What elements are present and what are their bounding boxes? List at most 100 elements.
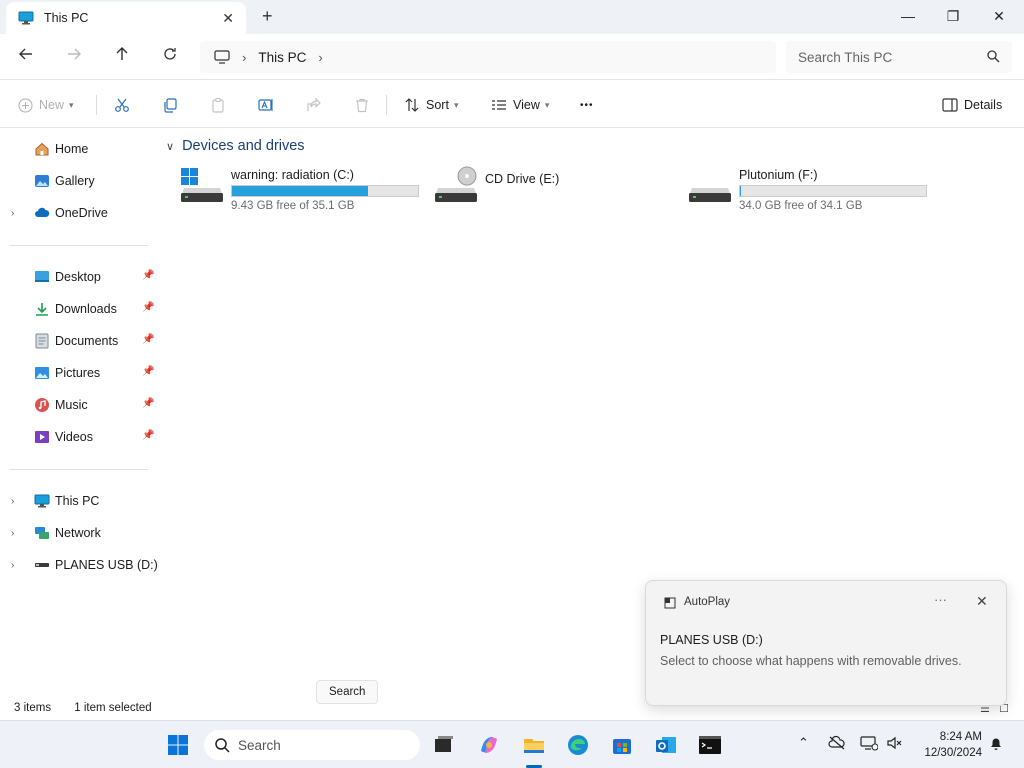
pin-icon[interactable]: 📌 <box>142 398 154 409</box>
notification-app-name: AutoPlay <box>684 596 731 608</box>
chevron-right-icon[interactable]: › <box>11 528 14 539</box>
clock-time: 8:24 AM <box>939 731 982 743</box>
pictures-icon <box>35 367 49 379</box>
taskbar-search-box[interactable] <box>204 730 420 760</box>
chevron-right-icon[interactable]: › <box>11 496 14 507</box>
search-box[interactable] <box>786 41 1012 73</box>
system-clock[interactable]: 8:24 AM 12/30/2024 <box>912 729 982 761</box>
file-explorer-icon[interactable] <box>522 733 546 757</box>
chevron-down-icon[interactable]: ∨ <box>166 140 174 153</box>
notification-more-button[interactable]: ··· <box>934 592 947 607</box>
forward-button[interactable] <box>62 46 86 70</box>
pin-icon[interactable]: 📌 <box>142 270 154 281</box>
task-view-icon[interactable] <box>432 733 456 757</box>
title-bar: This PC ✕ + — ❐ ✕ <box>0 0 1024 34</box>
paste-button[interactable] <box>210 93 226 117</box>
sidebar-item-this-pc[interactable]: › This PC <box>0 488 160 514</box>
windows-start-icon[interactable] <box>166 733 190 757</box>
pin-icon[interactable]: 📌 <box>142 334 154 345</box>
notification-title: PLANES USB (D:) <box>660 633 763 647</box>
sort-button[interactable]: Sort ▾ <box>404 93 458 117</box>
taskbar-search-input[interactable] <box>238 737 398 753</box>
music-icon <box>35 398 49 412</box>
up-button[interactable] <box>110 46 134 70</box>
chevron-right-icon[interactable]: › <box>318 50 322 65</box>
sidebar-item-label: Home <box>55 142 89 156</box>
sidebar-item-home[interactable]: Home <box>0 136 160 162</box>
new-label: New <box>39 98 65 112</box>
refresh-button[interactable] <box>158 46 182 70</box>
rename-button[interactable] <box>258 93 274 117</box>
address-bar[interactable]: › This PC › <box>200 41 776 73</box>
chevron-right-icon[interactable]: › <box>11 208 14 219</box>
back-button[interactable] <box>14 46 38 70</box>
notification-close-button[interactable]: ✕ <box>976 593 988 610</box>
copilot-icon[interactable] <box>477 733 501 757</box>
sidebar-item-music[interactable]: Music 📌 <box>0 392 160 418</box>
chevron-up-icon[interactable]: ⌃ <box>798 735 809 751</box>
sidebar-item-gallery[interactable]: Gallery <box>0 168 160 194</box>
breadcrumb-this-pc[interactable]: This PC <box>258 50 306 65</box>
autoplay-icon <box>664 597 676 609</box>
chevron-right-icon[interactable]: › <box>242 50 246 65</box>
terminal-icon[interactable] <box>698 733 722 757</box>
selection-count: 1 item selected <box>74 702 152 714</box>
drive-f[interactable]: Plutonium (F:) 34.0 GB free of 34.1 GB <box>688 164 938 212</box>
chevron-down-icon: ▾ <box>453 99 459 110</box>
sidebar-item-planes-usb[interactable]: › PLANES USB (D:) <box>0 552 160 578</box>
sidebar-item-documents[interactable]: Documents 📌 <box>0 328 160 354</box>
details-button[interactable]: Details <box>942 93 1002 117</box>
close-tab-button[interactable]: ✕ <box>222 10 234 27</box>
drive-usage-bar <box>231 185 419 197</box>
documents-icon <box>35 333 49 349</box>
sidebar-item-onedrive[interactable]: › OneDrive <box>0 200 160 226</box>
search-input[interactable] <box>798 49 978 65</box>
sidebar-item-pictures[interactable]: Pictures 📌 <box>0 360 160 386</box>
monitor-icon <box>214 49 230 64</box>
sidebar-item-network[interactable]: › Network <box>0 520 160 546</box>
notification-bell-icon[interactable] <box>988 735 1004 751</box>
microsoft-store-icon[interactable] <box>610 733 634 757</box>
volume-muted-icon[interactable] <box>886 735 904 751</box>
sidebar-item-label: OneDrive <box>55 206 108 220</box>
close-window-button[interactable]: ✕ <box>976 4 1022 28</box>
drive-usage-fill <box>740 186 741 196</box>
drive-e[interactable]: CD Drive (E:) <box>434 164 684 210</box>
usb-drive-icon <box>35 563 49 567</box>
autoplay-notification[interactable]: AutoPlay ··· ✕ PLANES USB (D:) Select to… <box>645 580 1007 706</box>
sidebar-divider <box>10 469 148 470</box>
sidebar-item-videos[interactable]: Videos 📌 <box>0 424 160 450</box>
chevron-right-icon[interactable]: › <box>11 560 14 571</box>
sidebar-item-label: Desktop <box>55 270 101 284</box>
maximize-button[interactable]: ❐ <box>930 4 976 28</box>
chevron-down-icon: ▾ <box>69 99 74 110</box>
view-button[interactable]: View ▾ <box>491 93 549 117</box>
pin-icon[interactable]: 📌 <box>142 366 154 377</box>
share-icon <box>307 97 321 111</box>
pin-icon[interactable]: 📌 <box>142 302 154 313</box>
network-status-icon[interactable] <box>860 735 878 751</box>
onedrive-sync-icon[interactable] <box>828 735 846 751</box>
home-icon <box>35 142 49 156</box>
taskbar: ⌃ 8:24 AM 12/30/2024 <box>0 720 1024 768</box>
divider <box>386 95 387 115</box>
minimize-button[interactable]: — <box>885 4 931 28</box>
share-button[interactable] <box>306 93 322 117</box>
more-options-button[interactable]: ••• <box>580 93 594 117</box>
cut-button[interactable] <box>114 93 130 117</box>
outlook-icon[interactable] <box>654 733 678 757</box>
delete-button[interactable] <box>354 93 370 117</box>
new-button[interactable]: New ▾ <box>18 93 74 117</box>
pin-icon[interactable]: 📌 <box>142 430 154 441</box>
devices-and-drives-header[interactable]: ∨ Devices and drives <box>166 138 305 154</box>
sidebar-item-desktop[interactable]: Desktop 📌 <box>0 264 160 290</box>
new-tab-button[interactable]: + <box>262 6 273 27</box>
command-bar: New ▾ Sort ▾ View ▾ ••• Details <box>0 81 1024 128</box>
sidebar-item-downloads[interactable]: Downloads 📌 <box>0 296 160 322</box>
details-label: Details <box>964 98 1003 112</box>
edge-icon[interactable] <box>566 733 590 757</box>
copy-button[interactable] <box>162 93 178 117</box>
tab-this-pc[interactable]: This PC ✕ <box>6 2 246 34</box>
drive-c[interactable]: warning: radiation (C:) 9.43 GB free of … <box>180 164 430 212</box>
rename-icon <box>258 99 273 111</box>
